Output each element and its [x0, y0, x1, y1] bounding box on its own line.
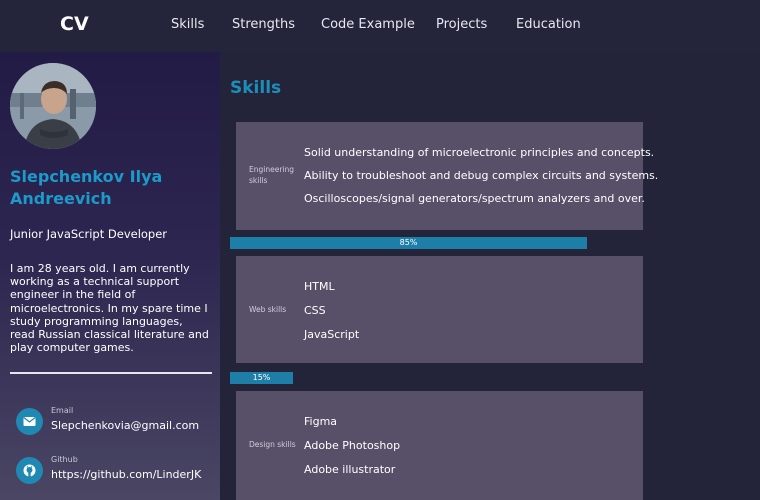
nav-item-skills[interactable]: Skills [171, 17, 204, 32]
top-nav-bar: CV Skills Strengths Code Example Project… [0, 0, 760, 52]
skill-item: JavaScript [304, 328, 360, 341]
contact-github-value[interactable]: https://github.com/LinderJK [51, 468, 201, 481]
skill-progress-label: 85% [399, 238, 418, 247]
sidebar-divider [10, 372, 212, 374]
mail-icon [16, 408, 43, 435]
skill-category: Design skills [249, 440, 296, 449]
contact-github[interactable]: Github https://github.com/LinderJK [16, 455, 216, 491]
contact-github-label: Github [51, 455, 78, 464]
skill-card-web: Web skills HTML CSS JavaScript [236, 256, 643, 363]
skill-category: Web skills [249, 305, 287, 314]
contact-email[interactable]: Email Slepchenkovia@gmail.com [16, 406, 216, 442]
avatar-photo [10, 63, 96, 149]
profile-role: Junior JavaScript Developer [10, 227, 168, 241]
skill-item: CSS [304, 304, 326, 317]
nav-item-projects[interactable]: Projects [436, 17, 487, 32]
skill-item: Ability to troubleshoot and debug comple… [304, 169, 659, 182]
nav-item-strengths[interactable]: Strengths [232, 17, 295, 32]
github-icon [16, 457, 43, 484]
skill-item: Adobe illustrator [304, 463, 396, 476]
skill-item: Oscilloscopes/signal generators/spectrum… [304, 192, 645, 205]
skill-category: Engineering skills [249, 165, 294, 185]
main-nav: Skills Strengths Code Example Projects E… [0, 17, 760, 35]
skill-progress-label: 15% [252, 373, 271, 382]
skill-item: Solid understanding of microelectronic p… [304, 146, 655, 159]
avatar [10, 63, 96, 149]
skill-progress-bar: 85% [230, 237, 587, 249]
skill-progress-bar: 15% [230, 372, 293, 384]
contact-email-value[interactable]: Slepchenkovia@gmail.com [51, 419, 199, 432]
skill-card-design: Design skills Figma Adobe Photoshop Adob… [236, 391, 643, 500]
skill-item: Figma [304, 415, 338, 428]
profile-name: Slepchenkov Ilya Andreevich [10, 167, 163, 208]
nav-item-code-example[interactable]: Code Example [321, 17, 415, 32]
skill-item: Adobe Photoshop [304, 439, 401, 452]
contact-email-label: Email [51, 406, 74, 415]
skill-item: HTML [304, 280, 335, 293]
nav-item-education[interactable]: Education [516, 17, 581, 32]
profile-about: I am 28 years old. I am currently workin… [10, 262, 209, 355]
skill-card-engineering: Engineering skills Solid understanding o… [236, 122, 658, 230]
section-title-skills: Skills [230, 78, 282, 98]
profile-sidebar: Slepchenkov Ilya Andreevich Junior JavaS… [0, 52, 220, 500]
